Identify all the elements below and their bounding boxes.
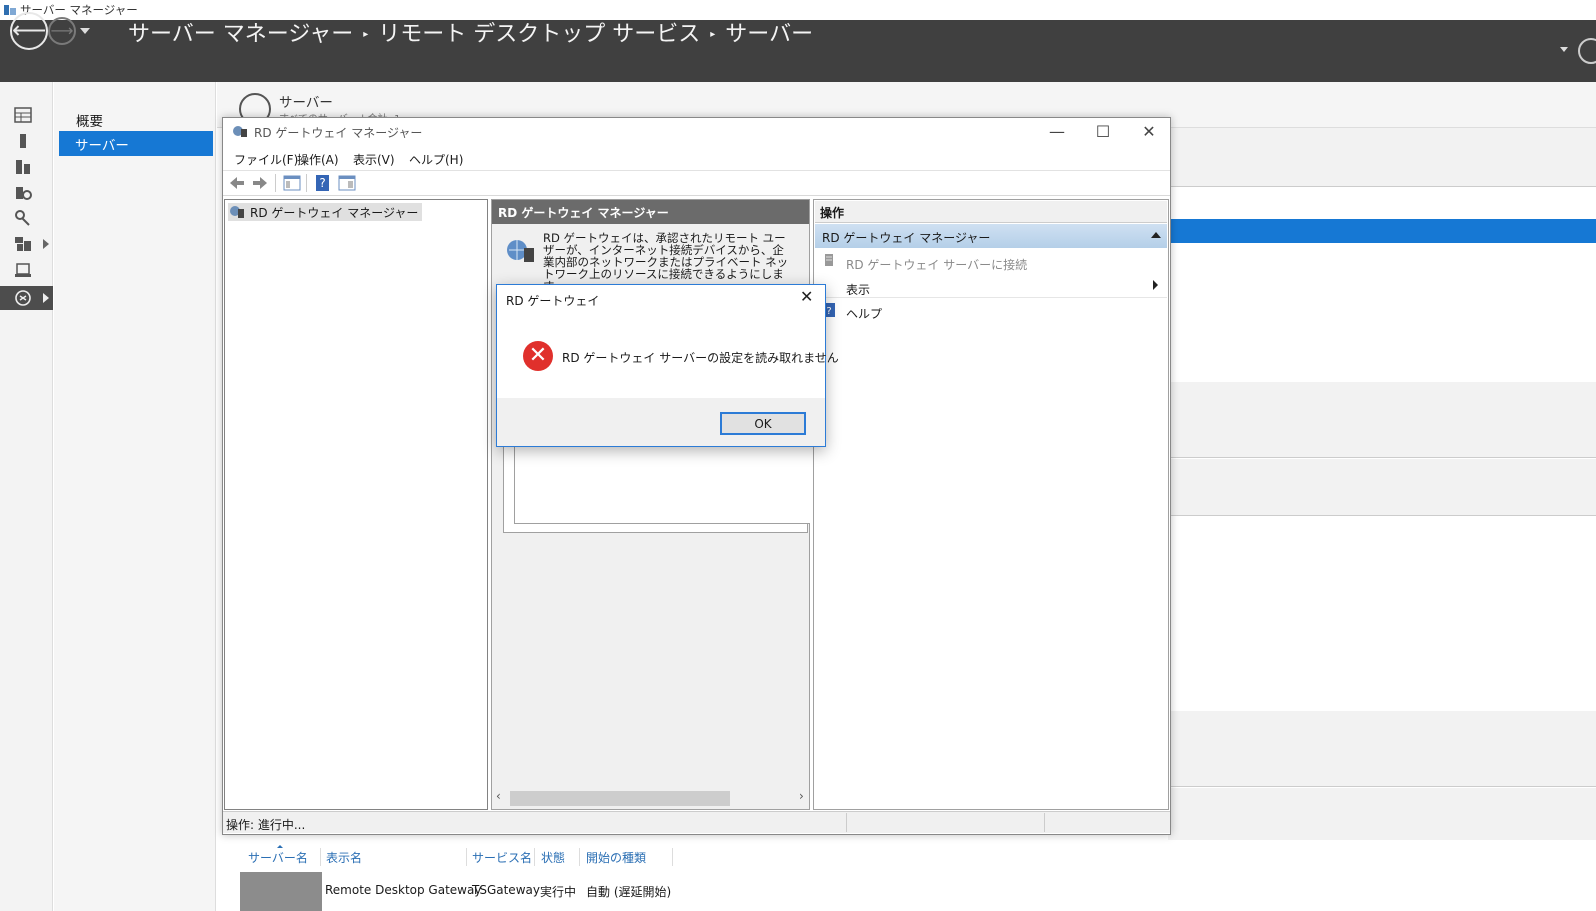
tree-item-rd-gateway-manager[interactable]: RD ゲートウェイ マネージャー [228, 203, 423, 221]
submenu-arrow-icon [1153, 280, 1158, 290]
column-service-name[interactable]: サービス名 [472, 849, 532, 866]
results-pane-header: RD ゲートウェイ マネージャー [492, 200, 809, 224]
action-view[interactable]: 表示 [846, 281, 870, 298]
breadcrumb: サーバー マネージャー ▸ リモート デスクトップ サービス ▸ サーバー [128, 16, 813, 48]
expand-arrow-icon[interactable] [43, 293, 49, 303]
mmc-window-title: RD ゲートウェイ マネージャー [254, 126, 423, 140]
scroll-left-icon[interactable]: ‹ [496, 789, 501, 803]
column-divider [320, 848, 321, 866]
rd-gateway-app-icon [233, 126, 247, 137]
console-tree-pane [224, 199, 488, 810]
action-separator [817, 297, 1167, 298]
results-description: RD ゲートウェイは、承認されたリモート ユーザーが、インターネット接続デバイス… [543, 231, 789, 292]
menu-view[interactable]: 表示(V) [353, 151, 395, 168]
help-icon[interactable]: ? [314, 174, 332, 192]
dialog-close-button[interactable]: ✕ [800, 287, 813, 306]
breadcrumb-separator: ▸ [363, 29, 369, 40]
column-divider [579, 848, 580, 866]
tile-band [1168, 128, 1596, 187]
column-status[interactable]: 状態 [541, 849, 565, 866]
menu-file[interactable]: ファイル(F) [234, 151, 298, 168]
tile-band [1168, 382, 1596, 458]
forward-arrow-icon[interactable] [251, 174, 269, 192]
action-help[interactable]: ヘルプ [846, 305, 882, 322]
server-connect-icon [825, 254, 833, 266]
breadcrumb-item-server-manager[interactable]: サーバー マネージャー [128, 22, 353, 47]
expand-arrow-icon[interactable] [43, 239, 49, 249]
tile-band [1168, 459, 1596, 516]
rd-gateway-icon [230, 206, 244, 218]
nav-item-servers[interactable]: サーバー [59, 131, 213, 156]
sm-nav-panel [54, 82, 216, 911]
menu-action[interactable]: 操作(A) [297, 151, 339, 168]
cell-service-name: TSGateway [472, 883, 540, 897]
status-divider [1044, 813, 1045, 832]
all-servers-icon[interactable] [14, 159, 32, 175]
actions-pane-header: 操作 [815, 201, 1167, 223]
toolbar-divider [275, 174, 276, 192]
scroll-right-icon[interactable]: › [799, 789, 804, 803]
back-arrow-icon[interactable] [228, 174, 246, 192]
services-table-header [217, 840, 1596, 870]
dashboard-icon[interactable] [14, 107, 32, 123]
print-services-icon[interactable] [14, 262, 32, 278]
forward-arrow-icon[interactable]: ⟶ [48, 17, 76, 45]
action-connect-rd-gateway-server[interactable]: RD ゲートウェイ サーバーに接続 [846, 256, 1027, 273]
remote-desktop-icon [15, 290, 31, 306]
status-divider [846, 813, 847, 832]
globe-gateway-icon [507, 240, 534, 262]
minimize-button[interactable]: — [1042, 122, 1072, 141]
scrollbar-thumb[interactable] [510, 791, 730, 806]
column-divider [466, 848, 467, 866]
dialog-message: RD ゲートウェイ サーバーの設定を読み取れません [562, 351, 839, 365]
menu-help[interactable]: ヘルプ(H) [409, 151, 463, 168]
toolbar-divider [306, 174, 307, 192]
server-name-cell-redacted [240, 872, 322, 911]
maximize-button[interactable]: ☐ [1088, 122, 1118, 141]
server-manager-app-icon [4, 5, 16, 15]
nav-item-overview[interactable]: 概要 [76, 110, 103, 130]
column-divider [672, 848, 673, 866]
cell-display-name: Remote Desktop Gateway [325, 883, 482, 897]
actions-section-rd-gateway-manager[interactable]: RD ゲートウェイ マネージャー [815, 224, 1167, 248]
close-button[interactable]: ✕ [1134, 122, 1164, 141]
show-hide-tree-icon[interactable] [283, 174, 301, 192]
cell-startup-type: 自動 (遅延開始) [586, 885, 672, 899]
tools-icon[interactable] [14, 210, 32, 226]
column-display-name[interactable]: 表示名 [326, 849, 362, 866]
local-server-icon[interactable] [14, 133, 32, 149]
svg-text:?: ? [319, 176, 325, 190]
column-divider [534, 848, 535, 866]
svg-text:?: ? [826, 306, 831, 317]
status-bar: 操作: 進行中... [223, 811, 1170, 833]
ok-button[interactable]: OK [720, 412, 806, 435]
back-arrow-icon[interactable]: ⟵ [10, 12, 48, 50]
sm-icon-bar [0, 82, 53, 911]
breadcrumb-separator: ▸ [710, 29, 716, 40]
tile-band [1168, 788, 1596, 846]
sort-ascending-icon [277, 845, 283, 848]
collapse-arrow-icon[interactable] [1151, 232, 1161, 238]
column-server-name[interactable]: サーバー名 [248, 849, 308, 866]
show-action-pane-icon[interactable] [338, 174, 356, 192]
page-title: サーバー [279, 95, 333, 111]
error-icon: ✕ [523, 341, 553, 371]
cell-status: 実行中 [540, 885, 577, 899]
file-storage-icon[interactable] [14, 185, 32, 201]
header-dropdown-icon[interactable] [1560, 47, 1568, 52]
roles-group-icon[interactable] [14, 236, 32, 252]
breadcrumb-item-rds[interactable]: リモート デスクトップ サービス [378, 22, 700, 47]
column-startup-type[interactable]: 開始の種類 [586, 849, 646, 866]
toolbar [223, 170, 1170, 196]
selected-server-row[interactable] [1168, 219, 1596, 243]
dialog-title: RD ゲートウェイ [506, 294, 600, 308]
nav-history-dropdown-icon[interactable] [80, 28, 90, 34]
breadcrumb-item-servers[interactable]: サーバー [725, 22, 813, 47]
tile-band [1168, 711, 1596, 787]
